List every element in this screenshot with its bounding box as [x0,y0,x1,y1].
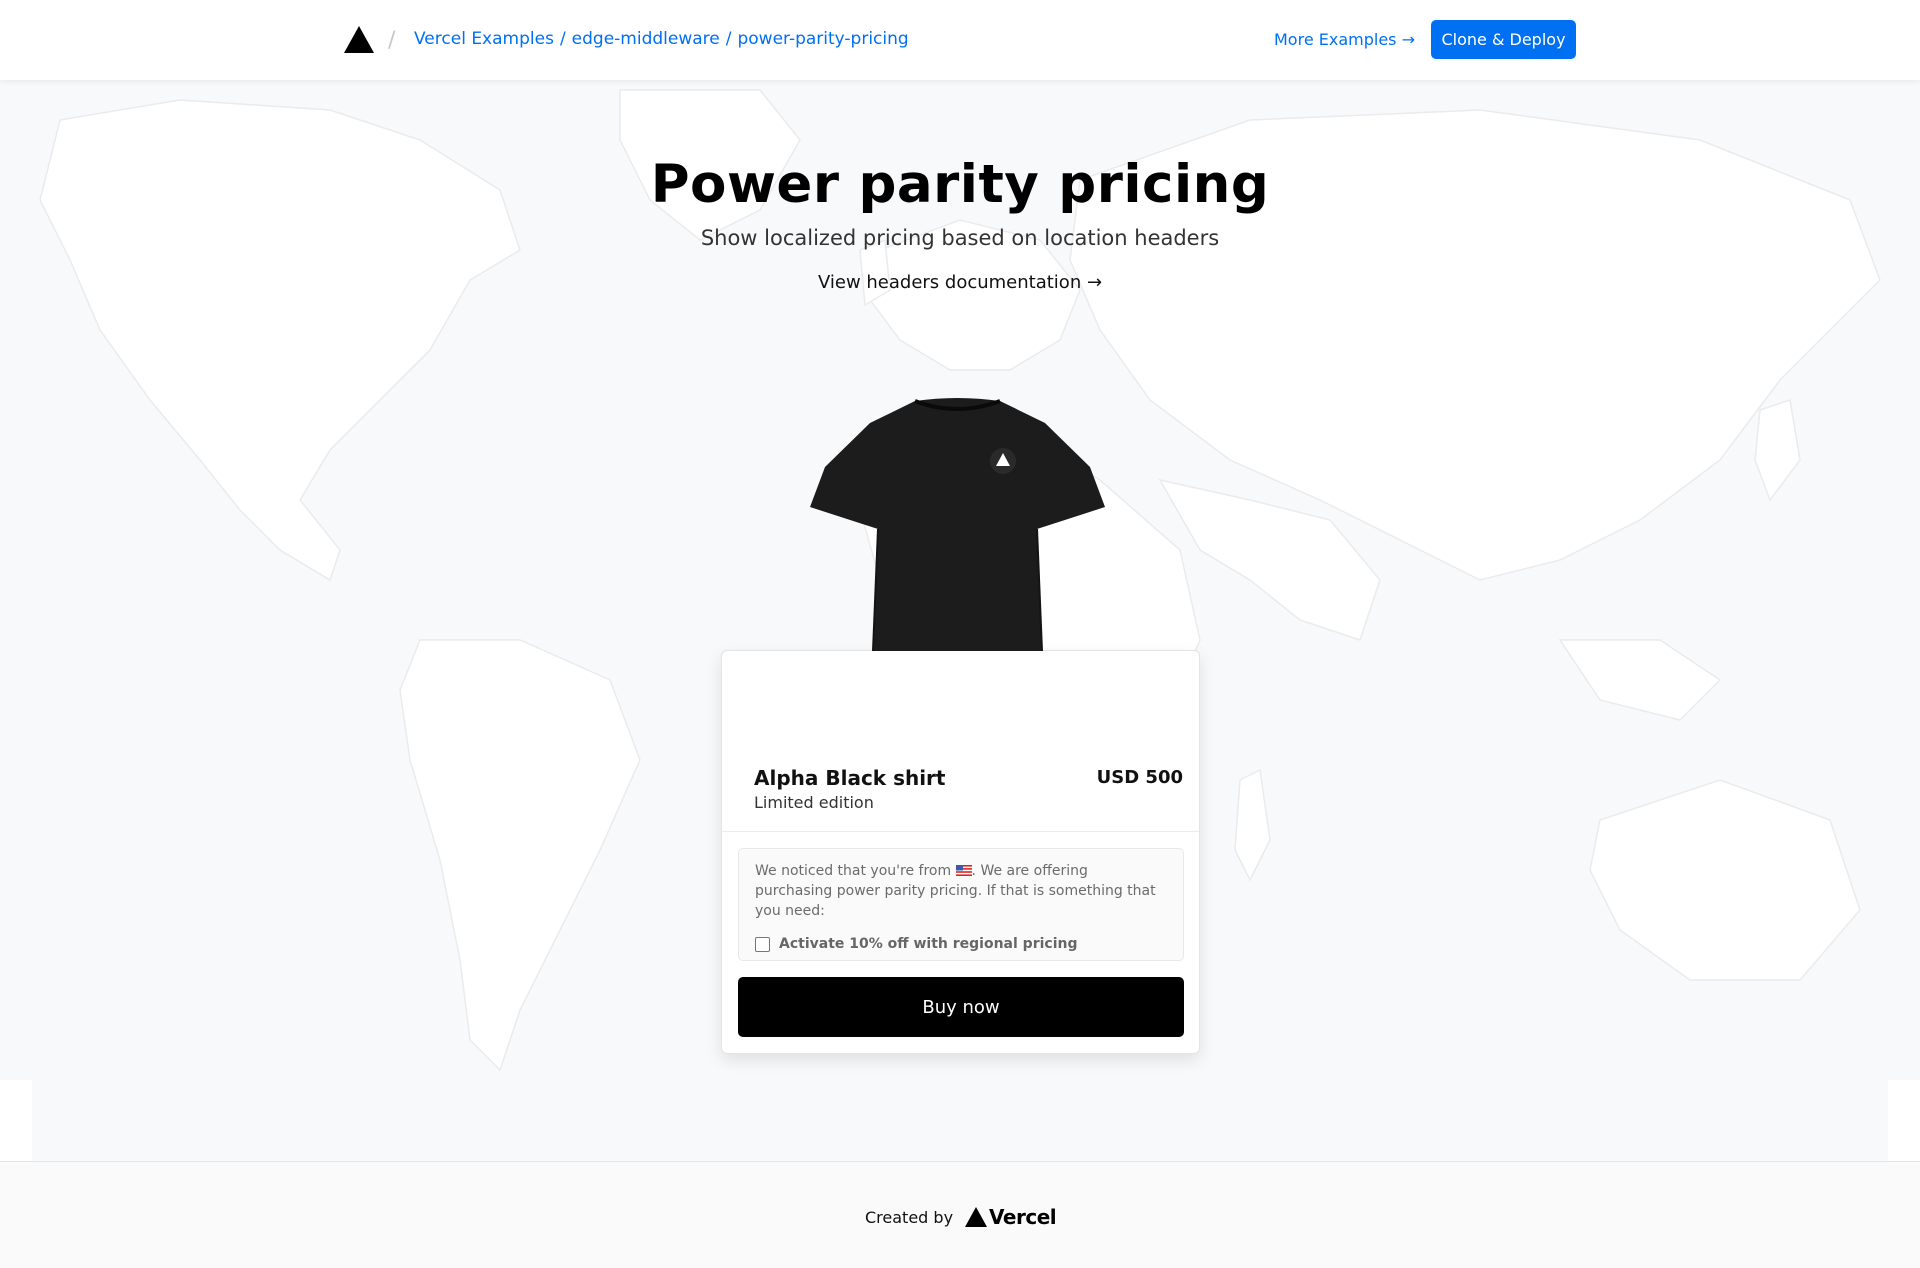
headers-documentation-link[interactable]: View headers documentation → [0,272,1920,293]
regional-pricing-checkbox[interactable] [755,936,770,952]
breadcrumb-item-vercel-examples[interactable]: Vercel Examples [414,29,554,49]
breadcrumb-item-edge-middleware[interactable]: edge-middleware [572,29,720,49]
vercel-footer-logo-icon [965,1207,988,1227]
footer-created-by: Created by [865,1207,954,1227]
buy-now-button[interactable]: Buy now [738,977,1184,1037]
vercel-logo-icon[interactable] [344,26,374,53]
breadcrumb-slash: / [725,29,732,49]
footer-edge-right [1888,1080,1920,1162]
footer-credits: Created by Vercel [865,1205,1057,1229]
top-navigation-bar: / Vercel Examples / edge-middleware / power-… [0,0,1920,80]
breadcrumb-item-power-parity-pricing[interactable]: power-parity-pricing [737,29,908,49]
card-divider [722,831,1199,832]
notice-text-before: We noticed that you're from [755,863,956,879]
page-subtitle: Show localized pricing based on location… [700,226,1220,250]
product-card: Alpha Black shirt Limited edition USD 50… [721,650,1200,1054]
regional-pricing-option[interactable]: Activate 10% off with regional pricing [755,934,1077,954]
us-flag-icon [955,865,972,876]
regional-pricing-notice: We noticed that you're from . We are off… [738,848,1184,961]
black-shirt-image [810,398,1105,651]
clone-deploy-button[interactable]: Clone & Deploy [1431,20,1576,59]
regional-pricing-checkbox-label[interactable]: Activate 10% off with regional pricing [779,934,1077,954]
product-price: USD 500 [1096,767,1183,788]
footer-brand-name: Vercel [989,1205,1057,1229]
footer: Created by Vercel [0,1161,1920,1268]
product-edition: Limited edition [754,793,874,812]
breadcrumb: Vercel Examples / edge-middleware / power-pa… [414,29,909,49]
breadcrumb-separator: / [388,28,396,53]
breadcrumb-slash: / [559,29,566,49]
page-title: Power parity pricing [650,154,1270,215]
footer-vercel-link[interactable]: Vercel [965,1205,1057,1229]
footer-edge-left [0,1080,32,1162]
product-name: Alpha Black shirt [754,766,946,790]
more-examples-link[interactable]: More Examples → [1274,30,1415,49]
